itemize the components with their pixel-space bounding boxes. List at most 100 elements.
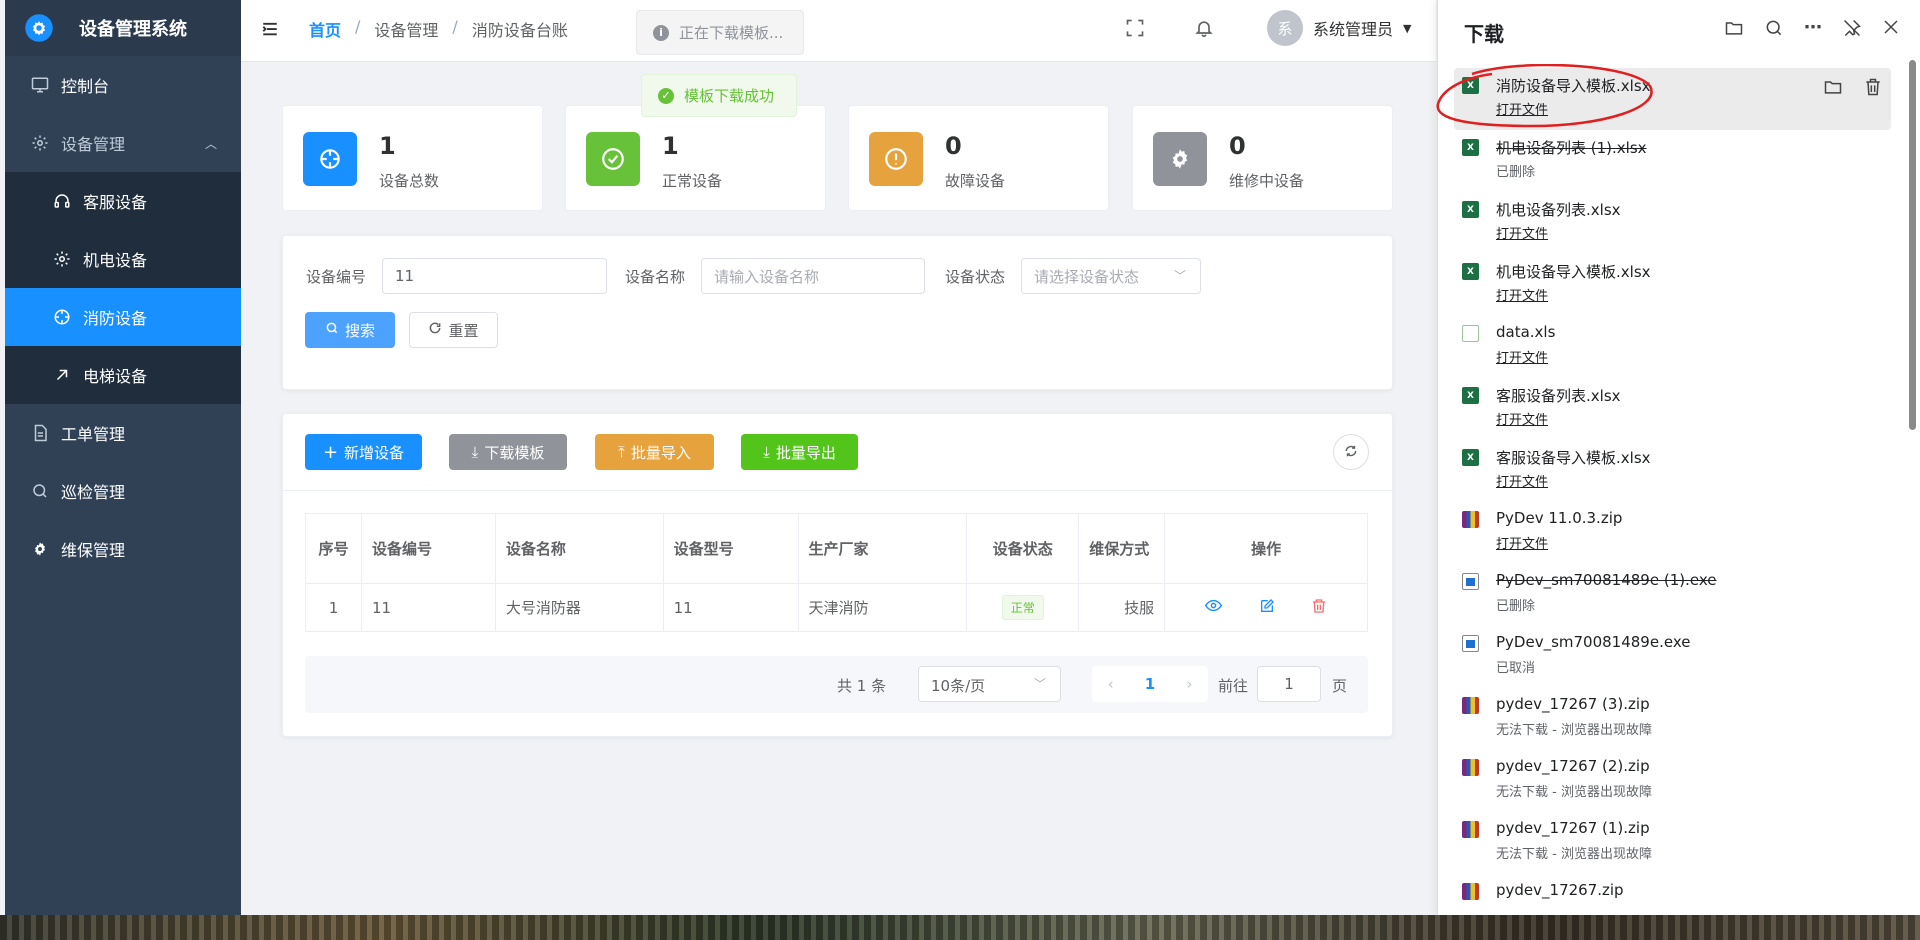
- edit-icon[interactable]: [1259, 599, 1275, 618]
- sidebar-item-device-management[interactable]: 设备管理 ︿: [5, 114, 241, 172]
- page-number-current[interactable]: 1: [1145, 675, 1155, 693]
- batch-export-label: 批量导出: [775, 443, 836, 462]
- goto-label: 前往: [1218, 677, 1249, 695]
- download-icon: ⤓: [471, 443, 479, 461]
- sidebar-item-maintenance[interactable]: 维保管理: [5, 520, 241, 578]
- breadcrumb-separator: /: [452, 17, 458, 36]
- trash-icon[interactable]: [1863, 77, 1883, 101]
- sidebar-item-label: 巡检管理: [61, 483, 126, 502]
- stat-label: 维修中设备: [1229, 172, 1305, 190]
- download-item[interactable]: X 机电设备导入模板.xlsx 打开文件: [1454, 254, 1891, 316]
- device-code-label: 设备编号: [306, 268, 367, 286]
- stat-value: 0: [1229, 132, 1246, 160]
- search-button-label: 搜索: [344, 321, 375, 340]
- download-item[interactable]: X 客服设备列表.xlsx 打开文件: [1454, 378, 1891, 440]
- sidebar-item-dashboard[interactable]: 控制台: [5, 56, 241, 114]
- breadcrumb-device-management[interactable]: 设备管理: [374, 17, 438, 41]
- pagination: 共 1 条 10条/页 ﹀ ‹ 1 › 前往 1 页: [305, 656, 1368, 713]
- sidebar-item-elevator-device[interactable]: 电梯设备: [5, 346, 241, 404]
- sidebar-item-service-device[interactable]: 客服设备: [5, 172, 241, 230]
- batch-export-button[interactable]: ⤓ 批量导出: [741, 434, 858, 470]
- chevron-left-icon[interactable]: ‹: [1108, 675, 1114, 693]
- close-icon[interactable]: [1882, 18, 1900, 42]
- plus-icon: +: [322, 441, 339, 463]
- batch-import-button[interactable]: ⤒ 批量导入: [595, 434, 714, 470]
- column-header: 操作: [1164, 513, 1368, 584]
- stat-card-total: 1 设备总数: [282, 105, 543, 211]
- downloads-scrollbar[interactable]: [1909, 60, 1916, 430]
- gear-icon: [31, 134, 49, 152]
- check-circle-icon: ✓: [658, 87, 674, 104]
- excel-file-icon: X: [1462, 201, 1479, 218]
- chevron-up-icon: ︿: [204, 136, 217, 151]
- column-header: 维保方式: [1078, 513, 1166, 584]
- document-icon: [31, 424, 49, 442]
- download-item[interactable]: PyDev_sm70081489e.exe 已取消: [1454, 626, 1891, 688]
- download-item[interactable]: X 机电设备列表 (1).xlsx 已删除: [1454, 130, 1891, 192]
- device-name-input[interactable]: 请输入设备名称: [701, 258, 925, 294]
- open-file-link[interactable]: 打开文件: [1496, 347, 1548, 366]
- more-icon[interactable]: ⋯: [1804, 18, 1822, 42]
- page-size-select[interactable]: 10条/页 ﹀: [918, 666, 1061, 702]
- arrow-up-right-icon: [53, 366, 71, 384]
- search-button[interactable]: 搜索: [305, 312, 395, 348]
- downloads-title: 下载: [1464, 22, 1504, 46]
- column-header: 设备编号: [360, 513, 496, 584]
- goto-page-input[interactable]: 1: [1257, 666, 1321, 702]
- archive-file-icon: [1462, 883, 1479, 900]
- download-item[interactable]: pydev_17267 (2).zip 无法下载 - 浏览器出现故障: [1454, 750, 1891, 812]
- download-item[interactable]: pydev_17267.zip: [1454, 874, 1891, 910]
- reset-button[interactable]: 重置: [409, 312, 498, 348]
- refresh-table-button[interactable]: [1333, 434, 1369, 470]
- download-item[interactable]: PyDev 11.0.3.zip 打开文件: [1454, 502, 1891, 564]
- sidebar-item-electromechanical-device[interactable]: 机电设备: [5, 230, 241, 288]
- download-item[interactable]: X 消防设备导入模板.xlsx 打开文件: [1436, 64, 1891, 130]
- download-item[interactable]: pydev_17267 (3).zip 无法下载 - 浏览器出现故障: [1454, 688, 1891, 750]
- download-item[interactable]: X 客服设备导入模板.xlsx 打开文件: [1454, 440, 1891, 502]
- stat-card-repair: 0 维修中设备: [1132, 105, 1393, 211]
- bell-icon[interactable]: [1194, 18, 1214, 42]
- sidebar-item-inspection[interactable]: 巡检管理: [5, 462, 241, 520]
- folder-icon[interactable]: [1823, 77, 1843, 101]
- download-item[interactable]: X 机电设备列表.xlsx 打开文件: [1454, 192, 1891, 254]
- download-item[interactable]: pydev_17267 (1).zip 无法下载 - 浏览器出现故障: [1454, 812, 1891, 874]
- sidebar-item-fire-device[interactable]: 消防设备: [5, 288, 241, 346]
- cell-index: 1: [305, 583, 362, 632]
- hamburger-menu-icon[interactable]: [261, 20, 279, 42]
- user-menu[interactable]: 系 系统管理员 ▼: [1267, 10, 1411, 46]
- device-table: 序号 设备编号 设备名称 设备型号 生产厂家 设备状态 维保方式 操作 1 11…: [305, 513, 1368, 632]
- add-device-button[interactable]: + 新增设备: [305, 434, 422, 470]
- open-file-link[interactable]: 打开文件: [1496, 285, 1548, 304]
- open-file-link[interactable]: 打开文件: [1496, 533, 1548, 552]
- open-file-link[interactable]: 打开文件: [1496, 409, 1548, 428]
- unpin-icon[interactable]: [1842, 18, 1862, 42]
- chevron-right-icon[interactable]: ›: [1186, 675, 1192, 693]
- breadcrumb: 首页 / 设备管理 / 消防设备台账: [309, 17, 568, 41]
- device-status-select[interactable]: 请选择设备状态 ﹀: [1021, 258, 1201, 294]
- upload-icon: ⤒: [618, 443, 625, 461]
- device-code-input[interactable]: 11: [382, 258, 607, 294]
- success-message-text: 模板下载成功: [684, 87, 775, 105]
- download-template-button[interactable]: ⤓ 下载模板: [449, 434, 567, 470]
- stat-label: 正常设备: [662, 172, 723, 190]
- breadcrumb-home[interactable]: 首页: [309, 17, 341, 41]
- stat-value: 0: [945, 132, 962, 160]
- gear-icon: [53, 250, 71, 268]
- sidebar-item-work-orders[interactable]: 工单管理: [5, 404, 241, 462]
- download-item[interactable]: PyDev_sm70081489e (1).exe 已删除: [1454, 564, 1891, 626]
- sidebar: 设备管理系统 控制台 设备管理 ︿ 客服设备 机电设备 消防设备 电梯设备 工单…: [5, 0, 241, 915]
- search-icon[interactable]: [1764, 18, 1784, 42]
- download-file-name: data.xls: [1496, 323, 1556, 341]
- settings-icon: [31, 540, 49, 558]
- delete-icon[interactable]: [1311, 599, 1327, 618]
- fullscreen-icon[interactable]: [1125, 18, 1145, 42]
- open-file-link[interactable]: 打开文件: [1496, 471, 1548, 490]
- download-item[interactable]: data.xls 打开文件: [1454, 316, 1891, 378]
- view-icon[interactable]: [1204, 599, 1222, 618]
- open-file-link[interactable]: 打开文件: [1496, 223, 1548, 242]
- info-icon: i: [653, 24, 669, 41]
- download-file-name: 客服设备列表.xlsx: [1496, 387, 1621, 405]
- gear-logo-icon: [21, 10, 57, 46]
- excel-file-icon: X: [1462, 263, 1479, 280]
- folder-icon[interactable]: [1724, 18, 1744, 42]
